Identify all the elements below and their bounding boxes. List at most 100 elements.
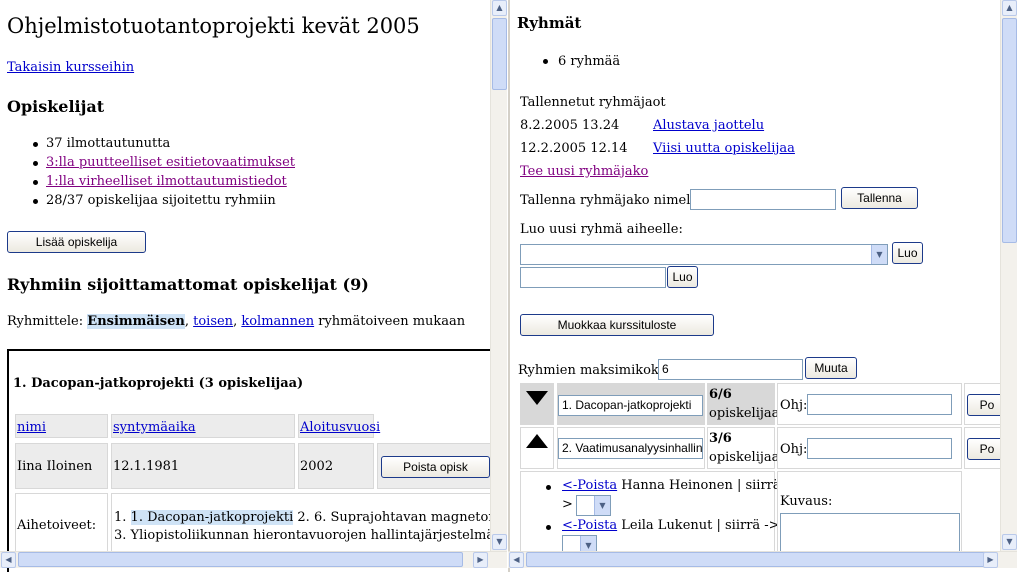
scroll-up-arrow-icon[interactable]: ▲ bbox=[1002, 0, 1017, 16]
bullet bbox=[33, 199, 38, 204]
group-fill-label: opiskelijaa bbox=[709, 406, 780, 421]
saved-split-date: 12.2.2005 12.14 bbox=[520, 141, 628, 156]
bullet bbox=[543, 59, 548, 64]
topics-prefix: 1. bbox=[114, 510, 127, 525]
description-label: Kuvaus: bbox=[780, 494, 833, 509]
group-count: 6 ryhmää bbox=[558, 54, 621, 69]
new-topic-input[interactable] bbox=[520, 267, 666, 288]
sort-third-link[interactable]: kolmannen bbox=[241, 314, 314, 329]
scroll-thumb[interactable] bbox=[492, 18, 507, 90]
scroll-thumb[interactable] bbox=[526, 552, 988, 567]
sort-second-link[interactable]: toisen bbox=[193, 314, 233, 329]
sort-separator: , bbox=[184, 314, 189, 329]
add-student-button[interactable]: Lisää opiskelija bbox=[7, 231, 146, 253]
unassigned-heading: Ryhmiin sijoittamattomat opiskelijat (9) bbox=[7, 275, 369, 294]
group-fill-count: 6/6 bbox=[709, 387, 732, 402]
supervisor-input[interactable] bbox=[807, 394, 952, 415]
scroll-up-arrow-icon[interactable]: ▲ bbox=[492, 0, 507, 16]
member-move-cont: > bbox=[562, 497, 573, 512]
topics-rest: 2. 6. Suprajohtavan magnetometr bbox=[297, 510, 490, 525]
assigned-count: 28/37 opiskelijaa sijoitettu ryhmiin bbox=[46, 193, 276, 208]
saved-splits-label: Tallennetut ryhmäjaot bbox=[520, 95, 666, 110]
move-up-arrow-icon[interactable] bbox=[526, 434, 548, 448]
supervisor-input[interactable] bbox=[807, 438, 952, 459]
student-start-year: 2002 bbox=[300, 459, 334, 474]
topics-line-1: 1. 1. Dacopan-jatkoprojekti 2. 6. Supraj… bbox=[114, 510, 490, 525]
create-button[interactable]: Luo bbox=[892, 242, 923, 264]
topic-select[interactable]: ▼ bbox=[520, 244, 888, 265]
missing-prereq-link[interactable]: 3:lla puutteelliset esitietovaatimukset bbox=[46, 155, 295, 170]
left-vertical-scrollbar[interactable]: ▲ ▼ bbox=[490, 0, 507, 551]
save-as-label: Tallenna ryhmäjako nimellä: bbox=[520, 193, 707, 208]
scroll-right-arrow-icon[interactable]: ▶ bbox=[473, 552, 488, 568]
students-heading: Opiskelijat bbox=[7, 97, 105, 116]
bullet bbox=[33, 161, 38, 166]
remove-member-link[interactable]: <-Poista bbox=[562, 478, 617, 493]
sort-label: Ryhmittele: bbox=[7, 314, 84, 329]
create-button-2[interactable]: Luo bbox=[667, 266, 698, 288]
supervisor-label: Ohj: bbox=[780, 398, 808, 413]
scroll-left-arrow-icon[interactable]: ◀ bbox=[509, 552, 524, 568]
group-name-input[interactable]: 1. Dacopan-jatkoprojekti bbox=[558, 395, 703, 416]
chevron-down-icon[interactable]: ▼ bbox=[871, 245, 887, 264]
student-name: Iina Iloinen bbox=[17, 459, 93, 474]
group-box-heading: 1. Dacopan-jatkoprojekti (3 opiskelijaa) bbox=[13, 376, 304, 391]
max-size-label: Ryhmien maksimikoko: bbox=[518, 363, 672, 378]
group-name-input[interactable]: 2. Vaatimusanalyysinhallinta bbox=[558, 438, 703, 459]
group-fill-count: 3/6 bbox=[709, 431, 732, 446]
new-split-link[interactable]: Tee uusi ryhmäjako bbox=[520, 164, 648, 179]
group-fill-label: opiskelijaa bbox=[709, 450, 780, 465]
save-button[interactable]: Tallenna bbox=[841, 187, 918, 209]
column-header-start-year[interactable]: Aloitusvuosi bbox=[300, 420, 380, 435]
saved-split-date: 8.2.2005 13.24 bbox=[520, 118, 620, 133]
bullet bbox=[546, 525, 551, 530]
remove-member-link[interactable]: <-Poista bbox=[562, 518, 617, 533]
invalid-registration-link[interactable]: 1:lla virheelliset ilmottautumistiedot bbox=[46, 174, 287, 189]
save-as-input[interactable] bbox=[690, 189, 836, 210]
scroll-left-arrow-icon[interactable]: ◀ bbox=[1, 552, 16, 568]
remove-student-button[interactable]: Poista opisk bbox=[381, 456, 490, 478]
scroll-down-arrow-icon[interactable]: ▼ bbox=[1002, 534, 1017, 550]
chevron-down-icon[interactable]: ▼ bbox=[594, 496, 610, 515]
back-to-courses-link[interactable]: Takaisin kursseihin bbox=[7, 60, 134, 75]
sort-separator: , bbox=[233, 314, 238, 329]
page-title: Ohjelmistotuotantoprojekti kevät 2005 bbox=[7, 14, 420, 38]
remove-group-button[interactable]: Po bbox=[967, 438, 1000, 460]
topics-line-2: 3. Yliopistoliikunnan hierontavuorojen h… bbox=[114, 528, 490, 543]
saved-split-link[interactable]: Viisi uutta opiskelijaa bbox=[653, 141, 795, 156]
right-vertical-scrollbar[interactable]: ▲ ▼ bbox=[1000, 0, 1017, 551]
create-group-label: Luo uusi ryhmä aiheelle: bbox=[520, 222, 683, 237]
change-max-size-button[interactable]: Muuta bbox=[805, 357, 857, 379]
scroll-thumb[interactable] bbox=[18, 552, 463, 567]
member-item: <-Poista Hanna Heinonen | siirrä - bbox=[562, 478, 789, 493]
member-item: <-Poista Leila Lukenut | siirrä -> bbox=[562, 518, 780, 533]
bullet bbox=[33, 180, 38, 185]
bullet bbox=[33, 142, 38, 147]
student-birthdate: 12.1.1981 bbox=[113, 459, 180, 474]
max-size-input[interactable]: 6 bbox=[658, 359, 803, 380]
remove-group-button[interactable]: Po bbox=[967, 394, 1000, 416]
left-frame: Ohjelmistotuotantoprojekti kevät 2005 Ta… bbox=[0, 0, 490, 572]
registered-count: 37 ilmottautunutta bbox=[46, 136, 171, 151]
left-horizontal-scrollbar[interactable]: ◀ ▶ bbox=[0, 551, 507, 568]
supervisor-label: Ohj: bbox=[780, 442, 808, 457]
sort-first-option: Ensimmäisen bbox=[87, 314, 185, 329]
scroll-thumb[interactable] bbox=[1002, 18, 1017, 243]
topics-label: Aihetoiveet: bbox=[17, 518, 97, 533]
member-name: Hanna Heinonen | siirrä - bbox=[621, 478, 790, 493]
sort-suffix: ryhmätoiveen mukaan bbox=[318, 314, 466, 329]
scroll-right-arrow-icon[interactable]: ▶ bbox=[983, 552, 998, 568]
edit-print-button[interactable]: Muokkaa kurssituloste bbox=[520, 314, 714, 336]
groups-heading: Ryhmät bbox=[517, 14, 582, 32]
column-header-name[interactable]: nimi bbox=[17, 420, 46, 435]
sort-row: Ryhmittele: Ensimmäisen, toisen, kolmann… bbox=[7, 314, 465, 329]
column-header-birthdate[interactable]: syntymäaika bbox=[113, 420, 196, 435]
scroll-down-arrow-icon[interactable]: ▼ bbox=[492, 534, 507, 550]
move-member-select[interactable]: ▼ bbox=[576, 495, 611, 516]
saved-split-link[interactable]: Alustava jaottelu bbox=[653, 118, 764, 133]
topic-highlight: 1. Dacopan-jatkoprojekti bbox=[130, 510, 294, 525]
right-horizontal-scrollbar[interactable]: ◀ ▶ bbox=[508, 551, 1017, 568]
right-frame: Ryhmät 6 ryhmää Tallennetut ryhmäjaot 8.… bbox=[508, 0, 1000, 572]
bullet bbox=[546, 485, 551, 490]
move-down-arrow-icon[interactable] bbox=[526, 391, 548, 405]
